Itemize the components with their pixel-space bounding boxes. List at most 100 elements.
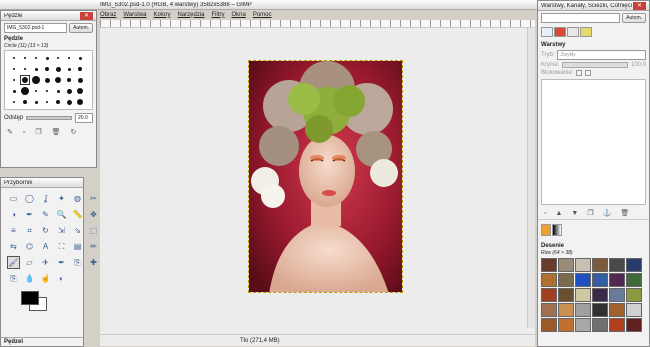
- tool-scissors-icon[interactable]: ✂: [87, 192, 100, 205]
- brush-item[interactable]: [64, 86, 74, 96]
- tool-shear-icon[interactable]: ⇘: [71, 224, 84, 237]
- anchor-layer-icon[interactable]: ⚓: [603, 209, 612, 217]
- pattern-item[interactable]: [592, 303, 608, 317]
- canvas-area[interactable]: [100, 20, 535, 344]
- brush-item[interactable]: [31, 64, 41, 74]
- brush-item[interactable]: [64, 64, 74, 74]
- tool-rotate-icon[interactable]: ↻: [39, 224, 52, 237]
- pattern-item[interactable]: [609, 273, 625, 287]
- brush-item[interactable]: [9, 97, 19, 107]
- menu-3[interactable]: Narzędzia: [177, 12, 204, 18]
- pattern-item[interactable]: [609, 303, 625, 317]
- tab-channels[interactable]: [554, 27, 566, 37]
- brush-item[interactable]: [20, 64, 30, 74]
- menu-2[interactable]: Kolory: [153, 12, 170, 18]
- tab-paths[interactable]: [567, 27, 579, 37]
- pattern-item[interactable]: [541, 303, 557, 317]
- pattern-item[interactable]: [558, 273, 574, 287]
- brush-item[interactable]: [53, 86, 63, 96]
- tool-select-rect-icon[interactable]: ▭: [7, 192, 20, 205]
- opacity-slider[interactable]: [562, 62, 628, 68]
- tool-cage-icon[interactable]: ⌬: [23, 240, 36, 253]
- tool-perspective-icon[interactable]: ⬚: [87, 224, 100, 237]
- new-brush-icon[interactable]: ▫: [23, 129, 25, 136]
- tool-foreground-select-icon[interactable]: ◑: [7, 208, 20, 221]
- brush-item[interactable]: [42, 97, 52, 107]
- pattern-item[interactable]: [609, 288, 625, 302]
- pattern-item[interactable]: [541, 288, 557, 302]
- pattern-item[interactable]: [609, 258, 625, 272]
- brush-item[interactable]: [31, 53, 41, 63]
- tool-dodge-burn-icon[interactable]: ◐: [55, 272, 68, 285]
- layers-image-combo[interactable]: [541, 13, 621, 23]
- brush-item[interactable]: [20, 75, 30, 85]
- image-combo[interactable]: IMG_5302.psd-1: [4, 23, 68, 33]
- pattern-item[interactable]: [592, 273, 608, 287]
- tool-heal-icon[interactable]: ✚: [87, 256, 100, 269]
- tool-flip-icon[interactable]: ⇆: [7, 240, 20, 253]
- tool-smudge-icon[interactable]: ☝: [39, 272, 52, 285]
- brush-item[interactable]: [75, 86, 85, 96]
- auto-button[interactable]: Autom.: [69, 23, 93, 33]
- pattern-item[interactable]: [626, 303, 642, 317]
- tool-color-select-icon[interactable]: ◍: [71, 192, 84, 205]
- pattern-item[interactable]: [626, 258, 642, 272]
- tool-zoom-icon[interactable]: 🔍: [55, 208, 68, 221]
- pattern-item[interactable]: [558, 258, 574, 272]
- menu-5[interactable]: Okna: [232, 12, 246, 18]
- layers-auto-button[interactable]: Autom.: [622, 13, 646, 23]
- tool-ink-icon[interactable]: ✒: [55, 256, 68, 269]
- tool-blend-icon[interactable]: ▤: [71, 240, 84, 253]
- foreground-color-swatch[interactable]: [21, 291, 39, 305]
- pattern-item[interactable]: [626, 318, 642, 332]
- tab-gradients[interactable]: [552, 224, 562, 236]
- pattern-item[interactable]: [575, 303, 591, 317]
- tool-paths-icon[interactable]: ✒: [23, 208, 36, 221]
- tool-eraser-icon[interactable]: ▱: [23, 256, 36, 269]
- brush-item[interactable]: [53, 53, 63, 63]
- lock-alpha-checkbox[interactable]: [585, 70, 592, 76]
- close-icon[interactable]: ✕: [633, 1, 646, 10]
- brush-item[interactable]: [75, 64, 85, 74]
- tool-crop-icon[interactable]: ⌗: [23, 224, 36, 237]
- canvas-image[interactable]: [248, 60, 403, 293]
- brush-item[interactable]: [42, 64, 52, 74]
- pattern-item[interactable]: [558, 318, 574, 332]
- tool-paintbrush-icon[interactable]: 🖌: [7, 256, 20, 269]
- brush-item[interactable]: [64, 75, 74, 85]
- pattern-item[interactable]: [592, 288, 608, 302]
- pattern-item[interactable]: [558, 288, 574, 302]
- brush-item[interactable]: [64, 53, 74, 63]
- tool-align-icon[interactable]: ≡: [7, 224, 20, 237]
- brush-item[interactable]: [53, 64, 63, 74]
- brush-item[interactable]: [20, 97, 30, 107]
- tool-move-icon[interactable]: ✥: [87, 208, 100, 221]
- brush-grid[interactable]: [4, 50, 93, 110]
- tool-fuzzy-select-icon[interactable]: ✦: [55, 192, 68, 205]
- mode-select[interactable]: Zwykły: [557, 50, 646, 60]
- brush-item[interactable]: [75, 97, 85, 107]
- brush-item[interactable]: [53, 97, 63, 107]
- menu-0[interactable]: Obraz: [100, 12, 116, 18]
- pattern-item[interactable]: [575, 318, 591, 332]
- pattern-item[interactable]: [609, 318, 625, 332]
- duplicate-brush-icon[interactable]: ❐: [35, 128, 41, 136]
- horizontal-ruler[interactable]: [100, 20, 535, 28]
- layers-list[interactable]: [541, 79, 646, 205]
- close-icon[interactable]: ✕: [80, 11, 93, 20]
- delete-layer-icon[interactable]: 🗑: [620, 209, 629, 217]
- tool-blur-icon[interactable]: 💧: [23, 272, 36, 285]
- brush-item[interactable]: [9, 86, 19, 96]
- brush-item[interactable]: [20, 53, 30, 63]
- tool-scale-icon[interactable]: ⇲: [55, 224, 68, 237]
- pattern-item[interactable]: [592, 318, 608, 332]
- pattern-item[interactable]: [541, 258, 557, 272]
- brush-item[interactable]: [75, 75, 85, 85]
- tool-text-icon[interactable]: A: [39, 240, 52, 253]
- tool-pencil-icon[interactable]: ✏: [87, 240, 100, 253]
- brush-item[interactable]: [53, 75, 63, 85]
- duplicate-layer-icon[interactable]: ❐: [587, 209, 593, 217]
- brush-item[interactable]: [42, 75, 52, 85]
- pattern-item[interactable]: [626, 273, 642, 287]
- raise-layer-icon[interactable]: ▲: [555, 210, 562, 217]
